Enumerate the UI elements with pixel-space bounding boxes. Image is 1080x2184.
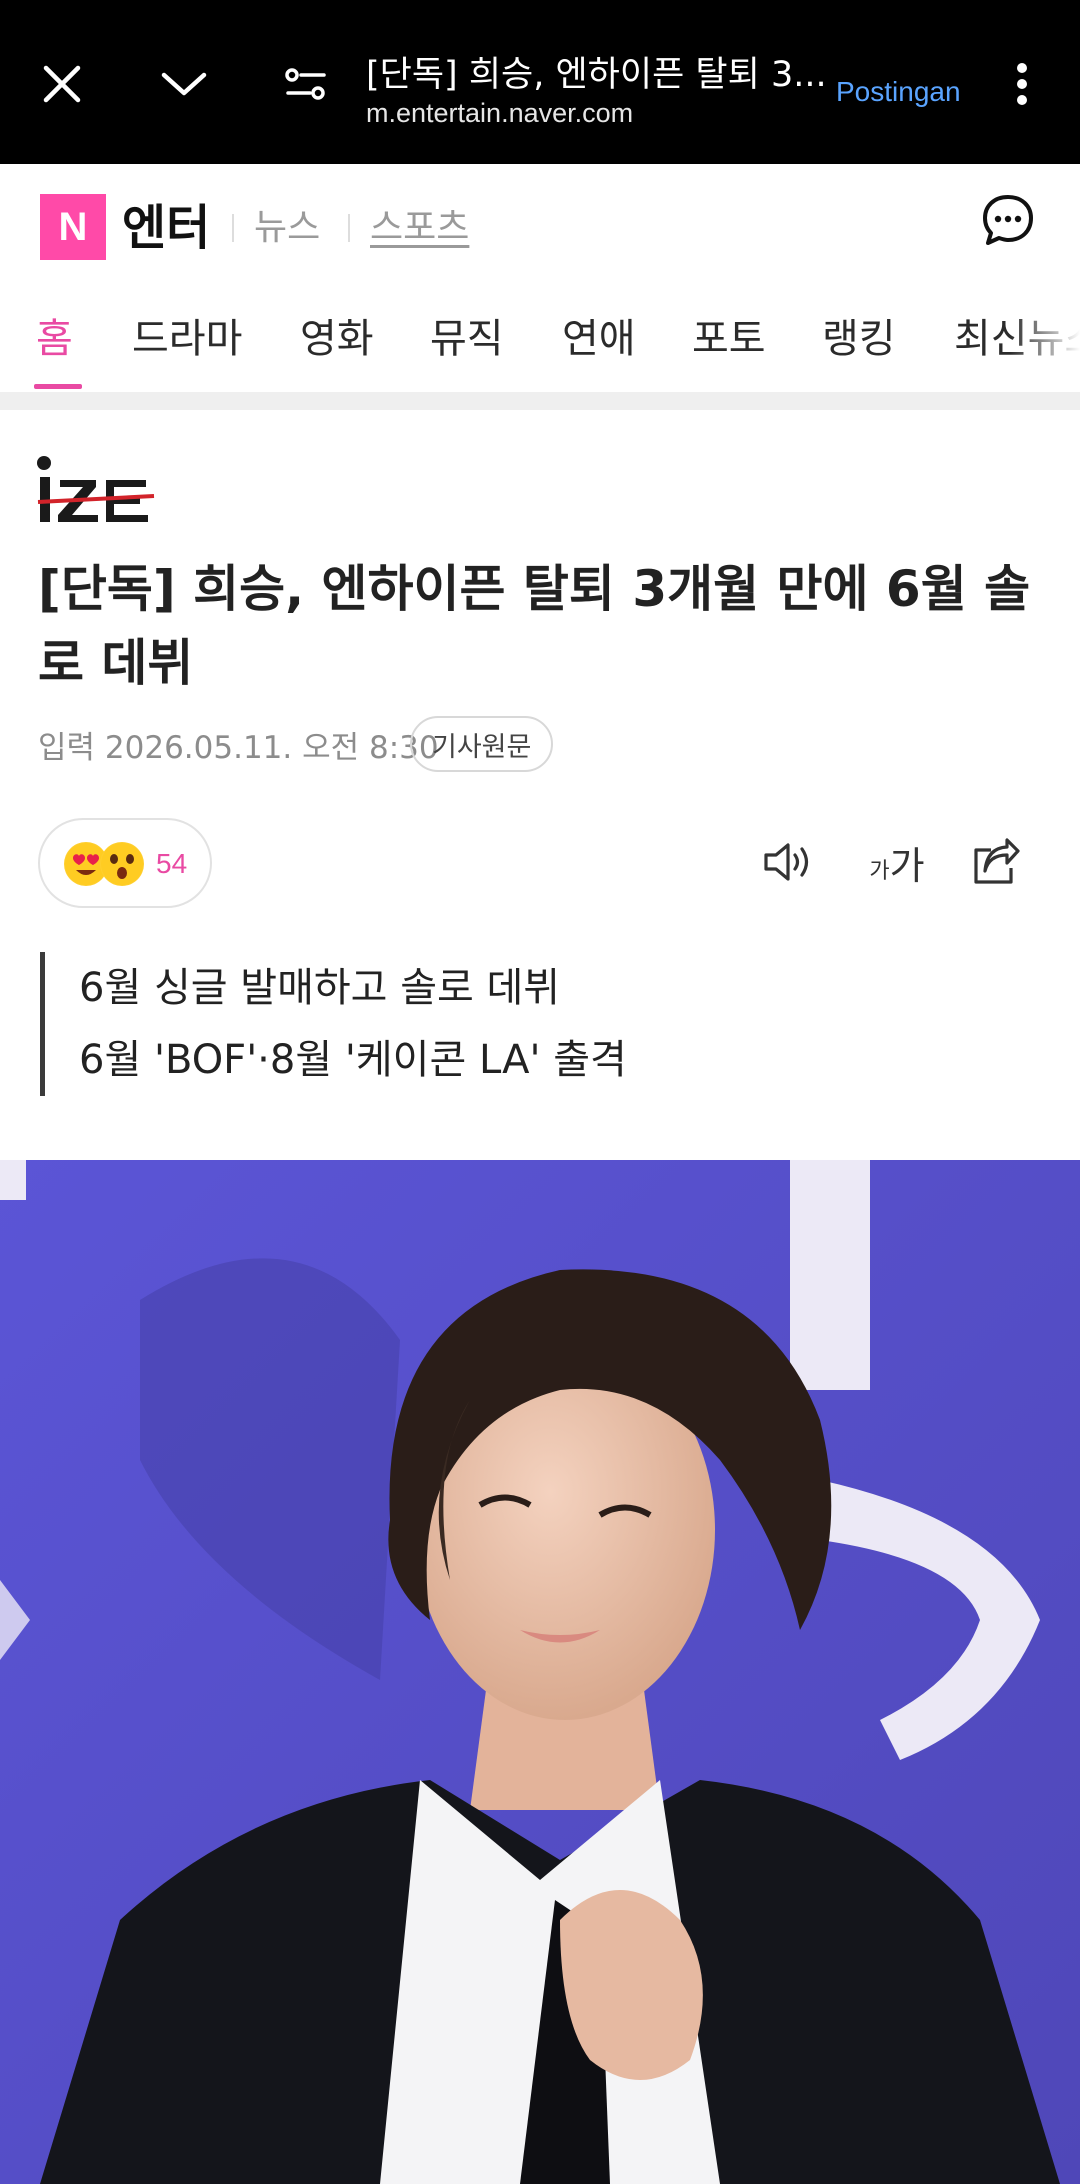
tab-romance[interactable]: 연애 <box>562 306 636 364</box>
summary-line: 6월 싱글 발매하고 솔로 데뷔 <box>79 965 561 1011</box>
category-tabs: 홈 드라마 영화 뮤직 연애 포토 랭킹 최신뉴스 <box>0 286 1080 390</box>
chat-icon[interactable] <box>980 192 1036 248</box>
tab-drama[interactable]: 드라마 <box>132 306 242 364</box>
reaction-count: 54 <box>156 848 188 879</box>
tabs-fade <box>1010 286 1080 390</box>
tab-ranking[interactable]: 랭킹 <box>822 306 896 364</box>
news-link[interactable]: 뉴스 <box>254 198 320 250</box>
tab-home[interactable]: 홈 <box>36 306 73 364</box>
surprised-emoji-icon <box>100 842 144 886</box>
brand-title[interactable]: 엔터 <box>122 188 210 258</box>
page-title[interactable]: [단독] 희승, 엔하이픈 탈퇴 3... <box>366 46 826 97</box>
original-article-button[interactable]: 기사원문 <box>410 716 554 772</box>
summary-line: 6월 'BOF'·8월 '케이콘 LA' 출격 <box>79 1037 627 1083</box>
divider <box>232 214 234 242</box>
share-icon[interactable] <box>966 832 1026 892</box>
page-url[interactable]: m.entertain.naver.com <box>366 98 633 129</box>
font-size-small: 가 <box>869 859 890 884</box>
tab-photo[interactable]: 포토 <box>692 306 766 364</box>
more-vert-icon[interactable] <box>990 52 1054 116</box>
section-divider <box>0 392 1080 410</box>
font-size-large: 가 <box>889 843 925 888</box>
naver-logo[interactable]: N <box>40 194 106 260</box>
close-icon[interactable] <box>30 52 94 116</box>
article-date: 입력 2026.05.11. 오전 8:30 <box>38 730 439 766</box>
article-photo[interactable] <box>0 1160 1080 2184</box>
article-headline: [단독] 희승, 엔하이픈 탈퇴 3개월 만에 6월 솔로 데뷔 <box>38 560 1031 692</box>
font-size-button[interactable]: 가 가 <box>862 832 932 892</box>
site-header: N 엔터 뉴스 스포츠 <box>0 164 1080 286</box>
press-logo[interactable] <box>36 452 156 528</box>
divider <box>348 214 350 242</box>
reaction-button[interactable]: 54 <box>38 818 212 908</box>
active-tab-indicator <box>34 384 82 389</box>
browser-toolbar: [단독] 희승, 엔하이픈 탈퇴 3... m.entertain.naver.… <box>0 0 1080 164</box>
speaker-icon[interactable] <box>758 832 818 892</box>
article-summary: 6월 싱글 발매하고 솔로 데뷔 6월 'BOF'·8월 '케이콘 LA' 출격 <box>40 952 1040 1096</box>
sports-link[interactable]: 스포츠 <box>370 198 469 250</box>
tab-movie[interactable]: 영화 <box>300 306 374 364</box>
postingan-button[interactable]: Postingan <box>836 76 961 108</box>
tune-icon[interactable] <box>274 52 338 116</box>
chevron-down-icon[interactable] <box>152 52 216 116</box>
tab-music[interactable]: 뮤직 <box>430 306 504 364</box>
